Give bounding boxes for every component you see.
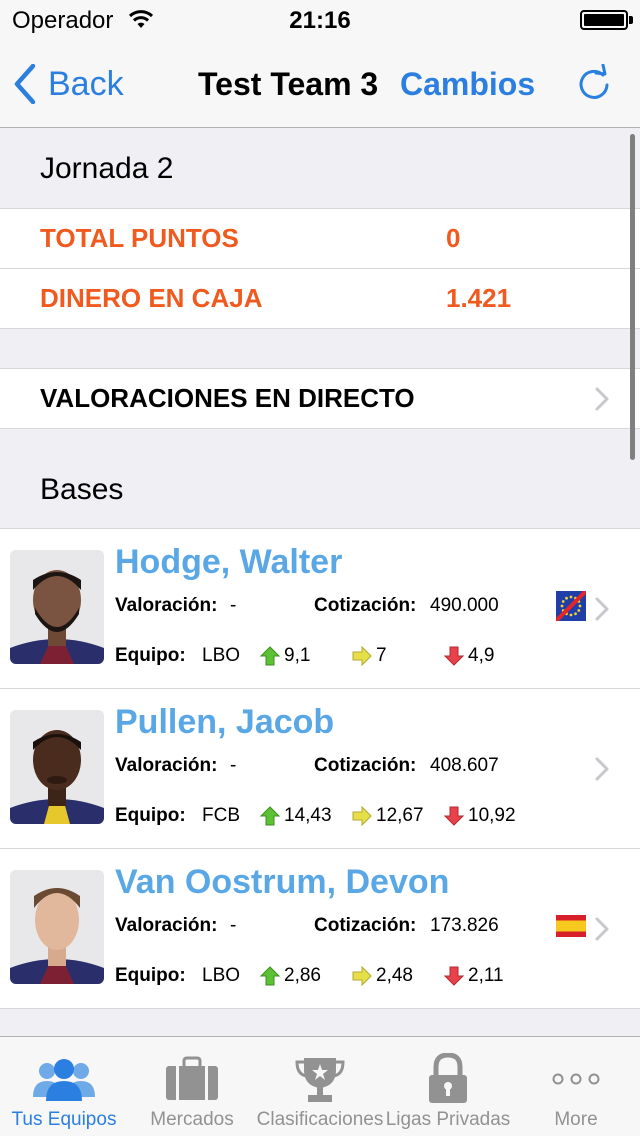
list-bottom-spacer: [0, 1009, 640, 1036]
mid-value: 2,48: [376, 965, 413, 986]
arrow-up-icon: [260, 966, 280, 986]
battery-icon: [580, 10, 628, 30]
spain-flag-icon: [556, 915, 586, 937]
battery-tip: [629, 16, 633, 24]
arrow-up-icon: [260, 646, 280, 666]
equipo-value: LBO: [202, 645, 241, 666]
live-ratings-label: VALORACIONES EN DIRECTO: [40, 383, 415, 413]
player-row[interactable]: Van Oostrum, Devon Valoración: - Cotizac…: [0, 849, 640, 1009]
player-photo: [10, 550, 104, 664]
cotizacion-value: 408.607: [430, 755, 499, 776]
chevron-left-icon: [14, 64, 36, 104]
player-photo: [10, 710, 104, 824]
back-label: Back: [48, 64, 124, 103]
up-value: 2,86: [284, 965, 321, 986]
player-name: Van Oostrum, Devon: [115, 863, 450, 901]
arrow-right-icon: [352, 966, 372, 986]
briefcase-icon: [166, 1056, 218, 1100]
cotizacion-label: Cotización:: [314, 595, 417, 616]
total-points-row: TOTAL PUNTOS 0: [0, 209, 640, 269]
down-value: 10,92: [468, 805, 516, 826]
cambios-button[interactable]: Cambios: [400, 66, 535, 103]
tab-label: Tus Equipos: [11, 1109, 117, 1130]
valoracion-label: Valoración:: [115, 915, 218, 936]
player-row[interactable]: Hodge, Walter Valoración: - Cotización: …: [0, 529, 640, 689]
arrow-down-icon: [444, 966, 464, 986]
status-time: 21:16: [289, 7, 351, 34]
tab-label: Clasificaciones: [256, 1109, 384, 1130]
player-photo: [10, 870, 104, 984]
up-value: 14,43: [284, 805, 332, 826]
mid-value: 12,67: [376, 805, 424, 826]
tab-label: Mercados: [150, 1109, 234, 1130]
chevron-right-icon: [595, 757, 609, 781]
scroll-indicator: [630, 134, 635, 460]
cotizacion-value: 173.826: [430, 915, 499, 936]
cotizacion-value: 490.000: [430, 595, 499, 616]
equipo-label: Equipo:: [115, 645, 186, 666]
cotizacion-label: Cotización:: [314, 915, 417, 936]
tab-mercados[interactable]: Mercados: [128, 1037, 256, 1136]
total-points-label: TOTAL PUNTOS: [40, 223, 239, 253]
tab-ligas-privadas[interactable]: Ligas Privadas: [384, 1037, 512, 1136]
arrow-right-icon: [352, 646, 372, 666]
player-row[interactable]: Pullen, Jacob Valoración: - Cotización: …: [0, 689, 640, 849]
refresh-icon[interactable]: [574, 64, 614, 104]
total-points-value: 0: [446, 223, 461, 253]
tab-bar: Tus Equipos Mercados Clasificaciones Lig…: [0, 1036, 640, 1136]
valoracion-value: -: [230, 595, 237, 616]
trophy-icon: [295, 1058, 345, 1102]
section-spacer: [0, 329, 640, 369]
tab-clasificaciones[interactable]: Clasificaciones: [256, 1037, 384, 1136]
arrow-up-icon: [260, 806, 280, 826]
equipo-value: LBO: [202, 965, 241, 986]
lock-icon: [429, 1053, 467, 1103]
cotizacion-label: Cotización:: [314, 755, 417, 776]
tab-tus-equipos[interactable]: Tus Equipos: [0, 1037, 128, 1136]
jornada-header: Jornada 2: [0, 129, 640, 209]
navigation-bar: Back Test Team 3 Cambios: [0, 40, 640, 128]
team-detail-list[interactable]: Jornada 2 TOTAL PUNTOS 0 DINERO EN CAJA …: [0, 129, 640, 1036]
chevron-right-icon: [595, 597, 609, 621]
cash-label: DINERO EN CAJA: [40, 283, 263, 313]
valoracion-label: Valoración:: [115, 595, 218, 616]
equipo-value: FCB: [202, 805, 240, 826]
tab-label: Ligas Privadas: [385, 1109, 511, 1130]
chevron-right-icon: [595, 387, 609, 410]
cash-value: 1.421: [446, 283, 512, 313]
more-icon: [552, 1073, 600, 1085]
valoracion-value: -: [230, 915, 237, 936]
page-title: Test Team 3: [198, 66, 379, 102]
back-button[interactable]: Back: [14, 62, 124, 106]
arrow-down-icon: [444, 646, 464, 666]
equipo-label: Equipo:: [115, 805, 186, 826]
status-bar: Operador 21:16: [0, 0, 640, 40]
down-value: 2,11: [468, 965, 504, 986]
eu-flag-icon: [556, 591, 586, 621]
tab-label: More: [554, 1109, 598, 1130]
section-title-bases: Bases: [0, 429, 640, 529]
valoracion-value: -: [230, 755, 237, 776]
arrow-right-icon: [352, 806, 372, 826]
player-name: Pullen, Jacob: [115, 703, 335, 741]
mid-value: 7: [376, 645, 387, 666]
chevron-right-icon: [595, 917, 609, 941]
users-icon: [33, 1059, 95, 1101]
arrow-down-icon: [444, 806, 464, 826]
live-ratings-row[interactable]: VALORACIONES EN DIRECTO: [0, 369, 640, 429]
valoracion-label: Valoración:: [115, 755, 218, 776]
cash-row: DINERO EN CAJA 1.421: [0, 269, 640, 329]
down-value: 4,9: [468, 645, 495, 666]
up-value: 9,1: [284, 645, 311, 666]
player-name: Hodge, Walter: [115, 543, 343, 581]
equipo-label: Equipo:: [115, 965, 186, 986]
tab-more[interactable]: More: [512, 1037, 640, 1136]
